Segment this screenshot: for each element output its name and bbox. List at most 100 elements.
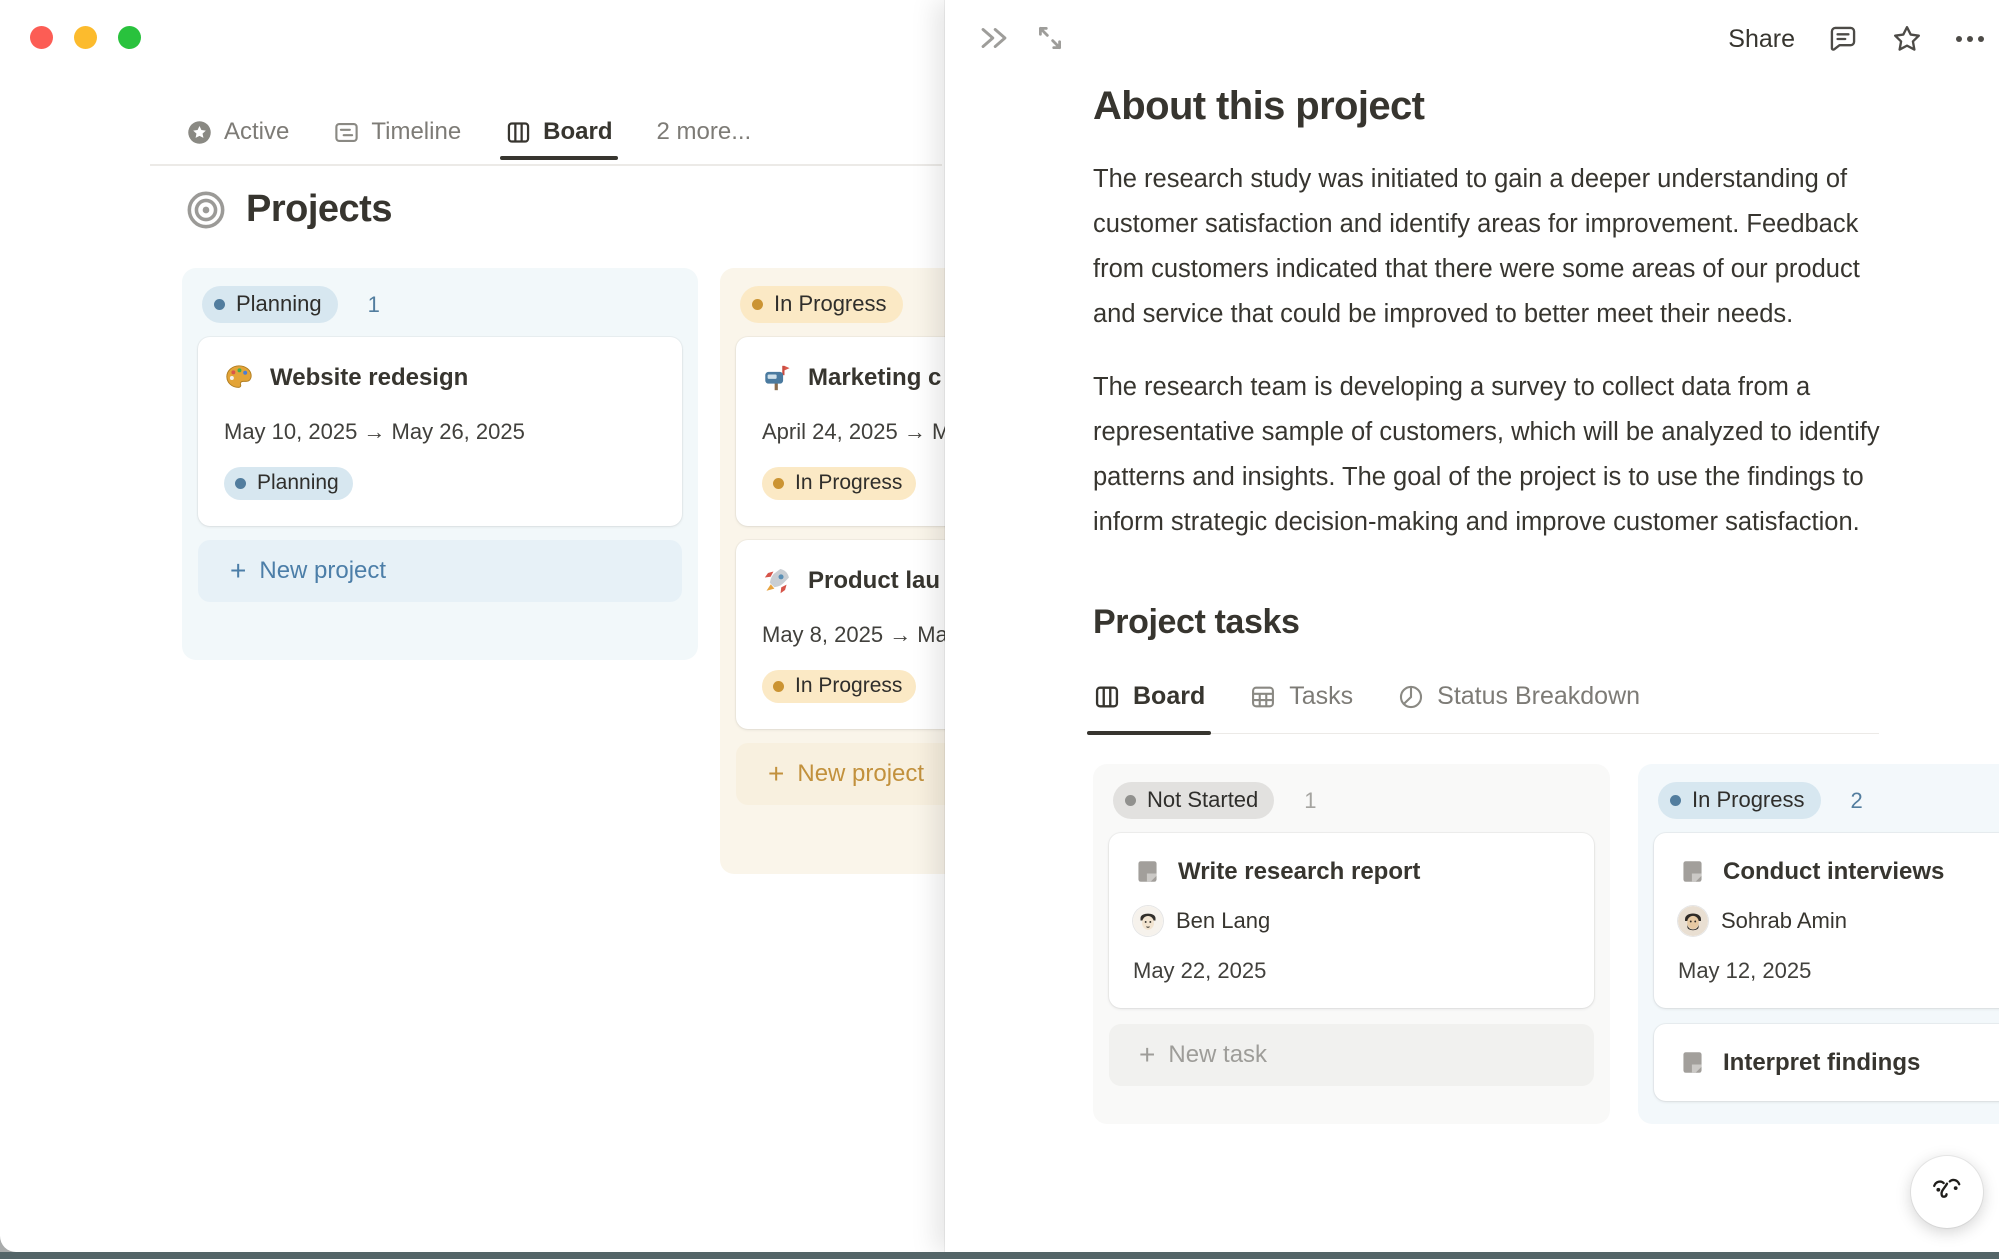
- plus-icon: +: [768, 760, 784, 788]
- projects-header: Projects: [186, 188, 392, 231]
- status-dot-icon: [773, 478, 784, 489]
- tab-board-view[interactable]: Board: [505, 118, 612, 146]
- assignee-name: Sohrab Amin: [1721, 908, 1847, 934]
- zoom-button[interactable]: [118, 26, 141, 49]
- tabs-divider: [150, 164, 942, 166]
- side-peek-panel: Share About this project The research st…: [945, 0, 1999, 1252]
- card-title: Write research report: [1178, 858, 1420, 886]
- pie-chart-icon: [1397, 683, 1425, 711]
- assignee-row: Sohrab Amin: [1678, 906, 1999, 936]
- comments-icon[interactable]: [1827, 23, 1859, 55]
- column-in-progress-tasks: In Progress 2 Conduct interviews: [1638, 764, 1999, 1124]
- more-options-icon[interactable]: [1955, 23, 1985, 55]
- star-circle-icon: [186, 119, 213, 146]
- status-dot-icon: [235, 478, 246, 489]
- status-pill-not-started[interactable]: Not Started: [1113, 782, 1274, 819]
- tab-tasks-table[interactable]: Tasks: [1249, 682, 1353, 711]
- task-page-icon: [1678, 1048, 1707, 1077]
- status-pill-planning[interactable]: Planning: [202, 286, 338, 323]
- close-button[interactable]: [30, 26, 53, 49]
- card-dates: May 10, 2025 → May 26, 2025: [224, 419, 656, 445]
- board-icon: [505, 119, 532, 146]
- paragraph[interactable]: The research study was initiated to gain…: [1093, 157, 1905, 337]
- tab-label: Tasks: [1289, 682, 1353, 711]
- document-title[interactable]: About this project: [1093, 84, 1905, 129]
- assignee-row: Ben Lang: [1133, 906, 1570, 936]
- task-card-interpret-findings[interactable]: Interpret findings: [1654, 1024, 1999, 1101]
- palette-icon: [224, 363, 254, 393]
- card-title: Interpret findings: [1723, 1049, 1920, 1077]
- tasks-view-tabs: Board Tasks Status Breakdown: [1093, 682, 1879, 734]
- column-planning: Planning 1 Website redesign May 10, 2025…: [182, 268, 698, 660]
- task-card-write-research-report[interactable]: Write research report Ben Lang May 22, 2…: [1109, 833, 1594, 1008]
- status-pill-in-progress[interactable]: In Progress: [740, 286, 903, 323]
- rocket-icon: [762, 566, 792, 596]
- status-dot-icon: [752, 299, 763, 310]
- column-header: In Progress 2: [1658, 782, 1999, 819]
- new-task-button[interactable]: + New task: [1109, 1024, 1594, 1086]
- column-not-started: Not Started 1 Write research report: [1093, 764, 1610, 1124]
- tab-active-view[interactable]: Active: [186, 118, 289, 146]
- expand-page-icon[interactable]: [1033, 22, 1067, 54]
- avatar-ben-lang: [1133, 906, 1163, 936]
- board-icon: [1093, 683, 1121, 711]
- tab-label: 2 more...: [657, 118, 752, 146]
- bullseye-icon: [186, 190, 226, 230]
- new-project-button[interactable]: + New project: [198, 540, 682, 602]
- card-title: Conduct interviews: [1723, 858, 1944, 886]
- tasks-board: Not Started 1 Write research report: [1093, 764, 1999, 1124]
- status-dot-icon: [773, 681, 784, 692]
- avatar-sohrab-amin: [1678, 906, 1708, 936]
- tab-timeline-view[interactable]: Timeline: [333, 118, 461, 146]
- plus-icon: +: [230, 557, 246, 585]
- paragraph[interactable]: The research team is developing a survey…: [1093, 365, 1905, 545]
- favorite-star-icon[interactable]: [1891, 23, 1923, 55]
- column-count: 2: [1851, 788, 1863, 814]
- column-count: 1: [368, 292, 380, 318]
- card-status-tag: Planning: [224, 467, 353, 500]
- section-title[interactable]: Project tasks: [1093, 603, 1905, 642]
- column-header: Planning 1: [202, 286, 688, 323]
- task-card-conduct-interviews[interactable]: Conduct interviews Sohrab Amin May 12, 2…: [1654, 833, 1999, 1008]
- app-window: Active Timeline Board 2 more... Projects: [0, 0, 1999, 1252]
- card-title: Website redesign: [270, 364, 468, 392]
- page-title: Projects: [246, 188, 392, 231]
- status-dot-icon: [1125, 795, 1136, 806]
- plus-icon: +: [1139, 1041, 1155, 1069]
- status-pill-in-progress[interactable]: In Progress: [1658, 782, 1821, 819]
- tab-label: Timeline: [371, 118, 461, 146]
- tab-label: Board: [543, 118, 612, 146]
- column-count: 1: [1304, 788, 1316, 814]
- card-date: May 12, 2025: [1678, 958, 1999, 984]
- table-icon: [1249, 683, 1277, 711]
- column-header: Not Started 1: [1113, 782, 1600, 819]
- desktop-edge: [0, 1252, 1999, 1259]
- tab-tasks-board[interactable]: Board: [1093, 682, 1205, 711]
- tab-status-breakdown[interactable]: Status Breakdown: [1397, 682, 1640, 711]
- view-tabs: Active Timeline Board 2 more...: [186, 108, 751, 156]
- tab-label: Board: [1133, 682, 1205, 711]
- task-page-icon: [1133, 857, 1162, 886]
- status-dot-icon: [1670, 795, 1681, 806]
- page-content: About this project The research study wa…: [1093, 84, 1905, 1124]
- assignee-name: Ben Lang: [1176, 908, 1270, 934]
- tab-more-views[interactable]: 2 more...: [657, 118, 752, 146]
- close-side-peek-icon[interactable]: [977, 22, 1011, 54]
- ai-face-icon: [1927, 1172, 1967, 1212]
- tab-label: Status Breakdown: [1437, 682, 1640, 711]
- card-status-tag: In Progress: [762, 467, 916, 500]
- status-dot-icon: [214, 299, 225, 310]
- timeline-icon: [333, 119, 360, 146]
- window-controls: [30, 26, 141, 49]
- share-button[interactable]: Share: [1728, 25, 1795, 54]
- project-card-website-redesign[interactable]: Website redesign May 10, 2025 → May 26, …: [198, 337, 682, 526]
- notion-ai-button[interactable]: [1911, 1156, 1983, 1228]
- task-page-icon: [1678, 857, 1707, 886]
- card-status-tag: In Progress: [762, 670, 916, 703]
- mailbox-icon: [762, 363, 792, 393]
- tab-label: Active: [224, 118, 289, 146]
- minimize-button[interactable]: [74, 26, 97, 49]
- peek-nav: [977, 22, 1067, 54]
- card-date: May 22, 2025: [1133, 958, 1570, 984]
- card-title: Product lau: [808, 567, 940, 595]
